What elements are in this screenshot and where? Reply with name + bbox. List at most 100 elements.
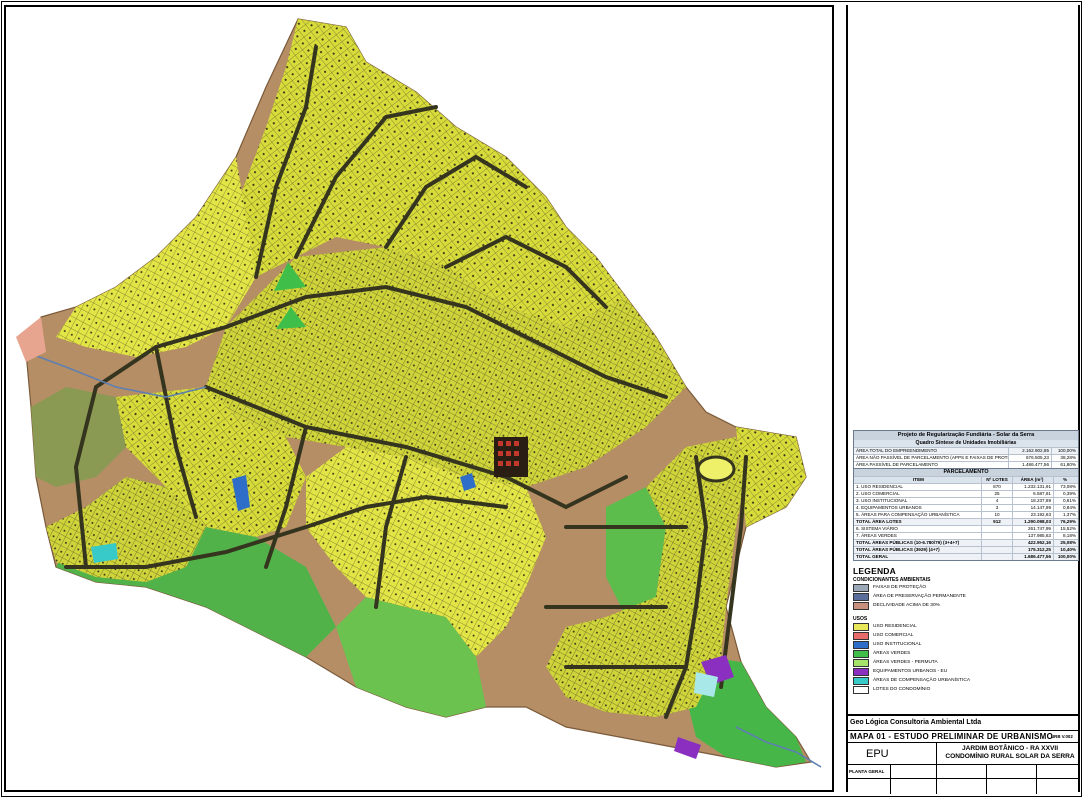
legend-swatch [853,640,869,649]
legend-swatch [853,592,869,601]
commercial-lots [498,441,519,466]
legend-item: DECLIVIDADE ACIMA DE 30% [853,601,1077,610]
parcelamento-cell: 0,61% [1053,498,1078,504]
legend-item: USO COMERCIAL [853,631,1077,640]
parcelamento-row: 7. ÁREAS VERDES 137.985,63 8,18% [854,532,1078,539]
summary-subtitle: Quadro Síntese de Unidades Imobiliárias [854,440,1078,447]
parcelamento-cell: 0,39% [1053,491,1078,497]
side-panel-border [1078,5,1080,792]
parcelamento-cell: 5. ÁREAS PARA COMPENSAÇÃO URBANÍSTICA [856,512,960,517]
map-title: MAPA 01 - ESTUDO PRELIMINAR DE URBANISMO [850,732,1054,741]
legend-item: ÁREAS VERDES [853,649,1077,658]
legend-label: ÁREAS DE COMPENSAÇÃO URBANÍSTICA [873,678,971,683]
parcelamento-cell: 73,08% [1053,484,1078,490]
parcelamento-row: 3. USO INSTITUCIONAL 4 18.237,89 0,61% [854,497,1078,504]
parcelamento-cell: 137.985,63 [1012,533,1053,539]
legend-swatch [853,601,869,610]
legend-swatch [853,649,869,658]
legend-item: USO INSTITUCIONAL [853,640,1077,649]
parcelamento-cell: 7. ÁREAS VERDES [856,533,897,538]
parcelamento-cell: TOTAL GERAL [856,554,889,559]
parcelamento-cell: 23.192,63 [1012,512,1053,518]
parcelamento-cell: 1.686.477,56 [1012,554,1053,560]
map-code: URB V.002 [1051,734,1073,739]
legend-swatch [853,658,869,667]
parcelamento-cell: 870 [981,484,1012,490]
parcelamento-cell: 76,29% [1053,519,1078,525]
parcelamento-cell [981,533,1012,539]
legend-label: FAIXAS DE PROTEÇÃO [873,585,927,590]
parcelamento-cell: 10,40% [1053,547,1078,553]
planta-label: PLANTA GERAL [849,769,885,774]
parcelamento-cell: 100,00% [1053,554,1078,560]
project-line-2: CONDOMÍNIO RURAL SOLAR DA SERRA [945,753,1075,760]
legend: LEGENDA CONDICIONANTES AMBIENTAIS FAIXAS… [853,566,1077,706]
legend-label: ÁREAS VERDES [873,651,911,656]
parcelamento-cell: 3. USO INSTITUCIONAL [856,498,908,503]
legend-item: ÁREAS DE COMPENSAÇÃO URBANÍSTICA [853,676,1077,685]
legend-swatch [853,667,869,676]
parcelamento-cell: 14.147,99 [1012,505,1053,511]
parcelamento-cell: 8,18% [1053,533,1078,539]
legend-label: USO RESIDENCIAL [873,624,917,629]
summary-row: ÁREA NÃO PASSÍVEL DE PARCELAMENTO (APPS … [854,454,1078,461]
parcelamento-row: TOTAL ÁREAS PÚBLICAS (3929) (4+7) 175.312… [854,546,1078,553]
parcelamento-cell [981,554,1012,560]
parcelamento-cell: 15,52% [1053,526,1078,532]
parcelamento-cell: 6.587,61 [1012,491,1053,497]
parcelamento-cell: TOTAL ÁREAS PÚBLICAS (3929) (4+7) [856,547,940,552]
parcelamento-cell: 6. SISTEMA VIÁRIO [856,526,898,531]
parcelamento-cell: 912 [981,519,1012,525]
parcelamento-cell: 18.237,89 [1012,498,1053,504]
legend-uses-list: USO RESIDENCIAL USO COMERCIAL USO INSTITUC… [853,622,1077,694]
parcelamento-cell: 1,37% [1053,512,1078,518]
parcelamento-row: 4. EQUIPAMENTOS URBANOS 3 14.147,99 0,84% [854,504,1078,511]
legend-label: ÁREA DE PRESERVAÇÃO PERMANENTE [873,594,966,599]
legend-label: LOTES DO CONDOMÍNIO [873,687,931,692]
parcelamento-cell: 2. USO COMERCIAL [856,491,900,496]
legend-title: LEGENDA [853,566,896,576]
map-panel [4,5,834,792]
urban-plan-map [16,18,822,768]
legend-item: FAIXAS DE PROTEÇÃO [853,583,1077,592]
legend-label: USO COMERCIAL [873,633,914,638]
parcelamento-rows: 1. USO RESIDENCIAL 870 1.232.131,91 73,08% 2… [854,483,1078,560]
summary-row: ÁREA TOTAL DO EMPREENDIMENTO 2.162.902,8… [854,447,1078,454]
legend-label: EQUIPAMENTOS URBANOS - EU [873,669,948,674]
parcelamento-row: 2. USO COMERCIAL 25 6.587,61 0,39% [854,490,1078,497]
parcelamento-cell: 422.952,16 [1012,540,1053,546]
parcelamento-cell: 0,84% [1053,505,1078,511]
legend-item: ÁREAS VERDES - PERMUTA [853,658,1077,667]
project-line-1: JARDIM BOTÂNICO - RA XXVII [961,745,1059,752]
parcelamento-cell: TOTAL ÁREAS PÚBLICAS (10-6.780/79) (3+4+… [856,540,960,545]
legend-item: EQUIPAMENTOS URBANOS - EU [853,667,1077,676]
legend-swatch [853,685,869,694]
parcelamento-cell: 175.312,25 [1012,547,1053,553]
legend-item: ÁREA DE PRESERVAÇÃO PERMANENTE [853,592,1077,601]
parcelamento-row: TOTAL GERAL 1.686.477,56 100,00% [854,553,1078,560]
summary-row: ÁREA PASSÍVEL DE PARCELAMENTO 1.486.477,… [854,461,1078,468]
parcelamento-cell: 1. USO RESIDENCIAL [856,484,903,489]
summary-title: Projeto de Regularização Fundiária - Sol… [854,431,1078,440]
legend-swatch [853,583,869,592]
parcelamento-cell: 1.232.131,91 [1012,484,1053,490]
parcelamento-cell: 4 [981,498,1012,504]
parcelamento-cell [981,526,1012,532]
legend-label: USO INSTITUCIONAL [873,642,922,647]
parcelamento-cell [981,547,1012,553]
parcelamento-row: TOTAL ÁREA LOTES 912 1.290.098,03 76,29% [854,518,1078,525]
legend-swatch [853,631,869,640]
parcelamento-header: ITEM Nº LOTES ÁREA (m²) % [854,476,1078,483]
parcelamento-cell: 25 [981,491,1012,497]
parcelamento-cell: 1.290.098,03 [1012,519,1053,525]
parcelamento-cell: 10 [981,512,1012,518]
parcelamento-cell: TOTAL ÁREA LOTES [856,519,902,524]
summary-table: Projeto de Regularização Fundiária - Sol… [853,430,1079,561]
legend-swatch [853,622,869,631]
parcelamento-cell: 25,08% [1053,540,1078,546]
parcelamento-cell: 4. EQUIPAMENTOS URBANOS [856,505,922,510]
legend-item: USO RESIDENCIAL [853,622,1077,631]
parcelamento-row: 6. SISTEMA VIÁRIO 261.747,99 15,52% [854,525,1078,532]
parcelamento-cell: 261.747,99 [1012,526,1053,532]
roundabout [696,455,736,483]
